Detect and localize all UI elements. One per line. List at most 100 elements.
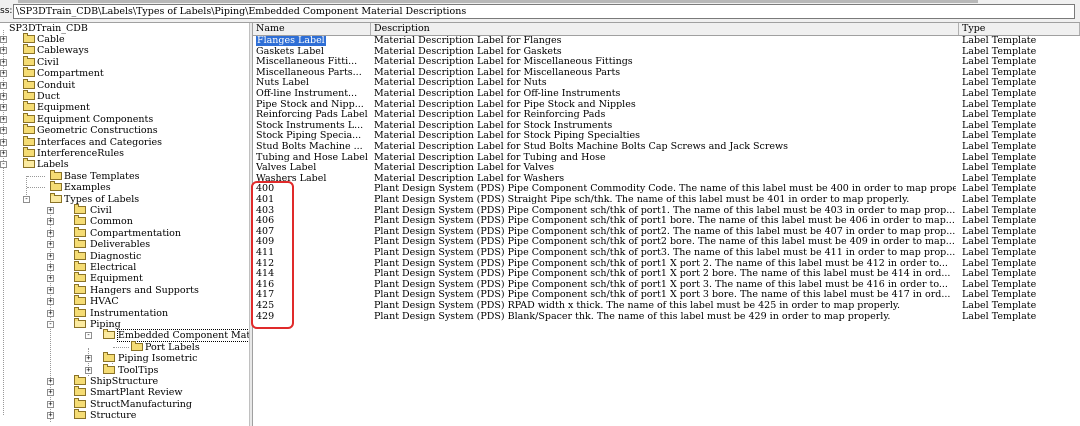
collapse-icon[interactable]: - [23,195,30,203]
folder-icon [23,90,35,100]
table-row[interactable]: Miscellaneous Parts... Material Descripti… [253,68,1080,79]
table-row[interactable]: 407 Plant Design System (PDS) Pipe Compon… [253,227,1080,238]
cell-name: 401 [256,195,370,206]
expand-icon[interactable]: + [0,115,7,123]
cell-name-text: Pipe Stock and Nipp... [256,99,364,110]
table-row[interactable]: Valves Label Material Description Label f… [253,163,1080,174]
column-header-type[interactable]: Type [959,23,1080,35]
tree-item-label: Port Labels [145,341,200,353]
expand-icon[interactable]: + [85,366,92,374]
tree-item-label: Interfaces and Categories [37,136,163,148]
cell-name: 403 [256,206,370,217]
cell-name-text: Stud Bolts Machine ... [256,142,363,152]
column-header-description[interactable]: Description [371,23,959,35]
tree-item-label: ToolTips [118,364,159,376]
expand-icon[interactable]: + [47,286,54,294]
tree-view[interactable]: SP3DTrain_CDB + Cable + Cableways + Civi… [0,23,249,426]
cell-type: Label Template [962,301,1037,311]
tree-item-label: SmartPlant Review [90,387,183,399]
table-row[interactable]: 417 Plant Design System (PDS) Pipe Compon… [253,290,1080,301]
expand-icon[interactable]: + [47,252,54,260]
table-row[interactable]: 429 Plant Design System (PDS) Blank/Space… [253,312,1080,323]
tree-item-label: InterferenceRules [37,148,125,159]
column-header-name[interactable]: Name [253,23,371,35]
cell-name-text: 406 [256,216,275,227]
table-row[interactable]: Stock Piping Specia... Material Descripti… [253,131,1080,142]
collapse-icon[interactable]: - [47,321,54,328]
cell-name: Stock Piping Specia... [256,131,370,142]
table-row[interactable]: 403 Plant Design System (PDS) Pipe Compon… [253,206,1080,217]
expand-icon[interactable]: + [47,378,54,385]
expand-icon[interactable]: + [47,229,54,237]
cell-type: Label Template [962,142,1037,152]
table-row[interactable]: Stud Bolts Machine ... Material Descripti… [253,142,1080,153]
address-bar: ss: \SP3DTrain_CDB\Labels\Types of Label… [0,0,1080,23]
table-row[interactable]: 425 Plant Design System (PDS) RPAD width … [253,301,1080,312]
expand-icon[interactable]: + [0,58,7,66]
expand-icon[interactable]: + [47,264,54,271]
table-row[interactable]: 409 Plant Design System (PDS) Pipe Compon… [253,237,1080,248]
tree-item-label: Deliverables [90,239,151,251]
address-input[interactable]: \SP3DTrain_CDB\Labels\Types of Labels\Pi… [13,4,1075,19]
expand-icon[interactable]: + [0,138,7,146]
table-row[interactable]: Pipe Stock and Nipp... Material Descripti… [253,100,1080,111]
table-row[interactable]: 406 Plant Design System (PDS) Pipe Compon… [253,216,1080,227]
expand-icon[interactable]: + [85,355,92,363]
expand-icon[interactable]: + [47,298,54,306]
table-row[interactable]: 401 Plant Design System (PDS) Straight Pi… [253,195,1080,206]
expand-icon[interactable]: + [0,70,7,78]
tree-item-label: Civil [90,205,112,216]
expand-icon[interactable]: + [0,150,7,157]
folder-icon [131,340,143,351]
expand-icon[interactable]: + [47,309,54,317]
tree-item-label: Geometric Constructions [37,125,158,137]
table-row[interactable]: Stock Instruments L... Material Descripti… [253,121,1080,132]
open-folder-icon [23,158,35,169]
cell-type: Label Template [962,99,1037,110]
expand-icon[interactable]: + [0,93,7,100]
cell-type: Label Template [962,78,1037,89]
expand-icon[interactable]: + [0,127,7,135]
expand-icon[interactable]: + [47,275,54,283]
expand-icon[interactable]: + [47,400,54,408]
cell-type: Label Template [962,36,1037,46]
cell-name: Stock Instruments L... [256,121,370,132]
cell-name-text: 425 [256,301,275,311]
expand-icon[interactable]: + [47,389,54,397]
folder-icon [23,55,35,66]
table-row[interactable]: Reinforcing Pads Label Material Descripti… [253,110,1080,121]
cell-name-text: 403 [256,205,275,216]
table-row[interactable]: Nuts Label Material Description Label for… [253,78,1080,89]
cell-name: Miscellaneous Parts... [256,68,370,79]
expand-icon[interactable]: + [47,241,54,249]
list-header: Name Description Type [253,23,1080,36]
expand-icon[interactable]: + [0,104,7,112]
expand-icon[interactable]: + [47,412,54,420]
table-row[interactable]: Miscellaneous Fitti... Material Descripti… [253,57,1080,68]
collapse-icon[interactable]: - [85,332,92,340]
tree-item-label: Compartment [37,68,104,80]
table-row[interactable]: Tubing and Hose Label Material Descriptio… [253,153,1080,164]
table-row[interactable]: Gaskets Label Material Description Label … [253,47,1080,58]
folder-icon [23,44,35,55]
list-view[interactable]: Name Description Type Flanges Label Mater… [253,23,1080,426]
expand-icon[interactable]: + [0,36,7,43]
table-row[interactable]: Off-line Instrument... Material Descripti… [253,89,1080,100]
table-row[interactable]: 400 Plant Design System (PDS) Pipe Compon… [253,184,1080,195]
table-row[interactable]: 412 Plant Design System (PDS) Pipe Compon… [253,259,1080,270]
cell-description: Plant Design System (PDS) Pipe Component… [374,258,948,269]
table-row[interactable]: Washers Label Material Description Label … [253,174,1080,185]
expand-icon[interactable]: + [47,218,54,226]
expand-icon[interactable]: + [0,81,7,89]
collapse-icon[interactable]: - [0,161,7,169]
table-row[interactable]: 416 Plant Design System (PDS) Pipe Compon… [253,280,1080,291]
folder-icon [50,169,62,180]
table-row[interactable]: 414 Plant Design System (PDS) Pipe Compon… [253,269,1080,280]
table-row[interactable]: Flanges Label Material Description Label … [253,36,1080,47]
cell-description: Plant Design System (PDS) Pipe Component… [374,184,956,195]
table-row[interactable]: 411 Plant Design System (PDS) Pipe Compon… [253,248,1080,259]
expand-icon[interactable]: + [0,47,7,55]
cell-description: Material Description Label for Nuts [374,78,547,89]
tree-item-label: Piping Isometric [118,353,198,365]
expand-icon[interactable]: + [47,207,54,214]
